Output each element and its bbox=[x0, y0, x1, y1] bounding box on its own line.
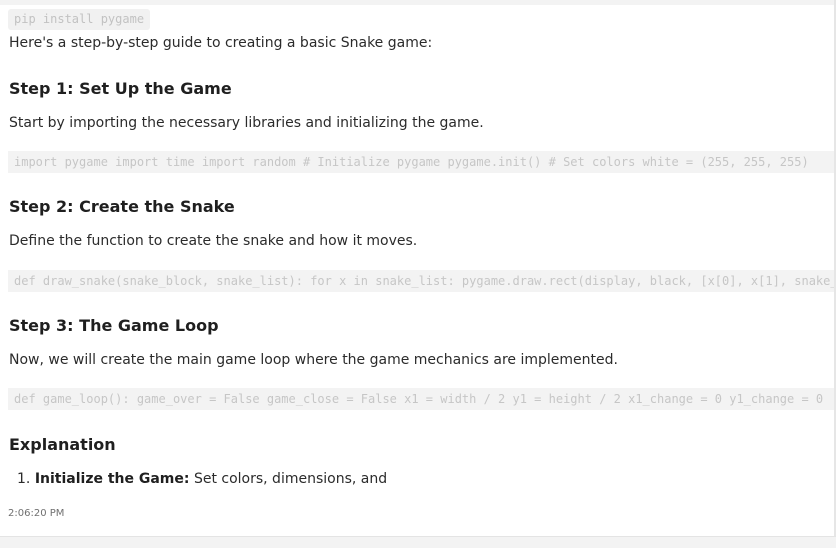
step-2-description: Define the function to create the snake … bbox=[9, 233, 418, 249]
explanation-heading: Explanation bbox=[9, 435, 116, 454]
bottom-divider bbox=[0, 536, 836, 548]
step-1-description: Start by importing the necessary librari… bbox=[9, 115, 484, 131]
step-2-heading: Step 2: Create the Snake bbox=[9, 197, 235, 216]
step-3-description: Now, we will create the main game loop w… bbox=[9, 352, 618, 368]
list-item-title: Initialize the Game: bbox=[34, 471, 190, 487]
list-item-text: Set colors, dimensions, and bbox=[189, 471, 388, 487]
step-1-code-block[interactable]: import pygame import time import random … bbox=[8, 151, 834, 173]
install-command-code[interactable]: pip install pygame bbox=[8, 9, 151, 30]
intro-text: Here's a step-by-step guide to creating … bbox=[9, 35, 433, 51]
step-2-code-block[interactable]: def draw_snake(snake_block, snake_list):… bbox=[8, 270, 834, 292]
step-3-code-block[interactable]: def game_loop(): game_over = False game_… bbox=[8, 388, 834, 410]
list-item-number: 1. bbox=[17, 471, 31, 487]
top-divider bbox=[0, 0, 836, 5]
step-3-heading: Step 3: The Game Loop bbox=[9, 316, 219, 335]
message-timestamp: 2:06:20 PM bbox=[8, 508, 65, 519]
chat-frame: pip install pygame Here's a step-by-step… bbox=[0, 0, 836, 548]
step-1-heading: Step 1: Set Up the Game bbox=[9, 79, 232, 98]
explanation-list-item: 1. Initialize the Game: Set colors, dime… bbox=[17, 471, 387, 487]
